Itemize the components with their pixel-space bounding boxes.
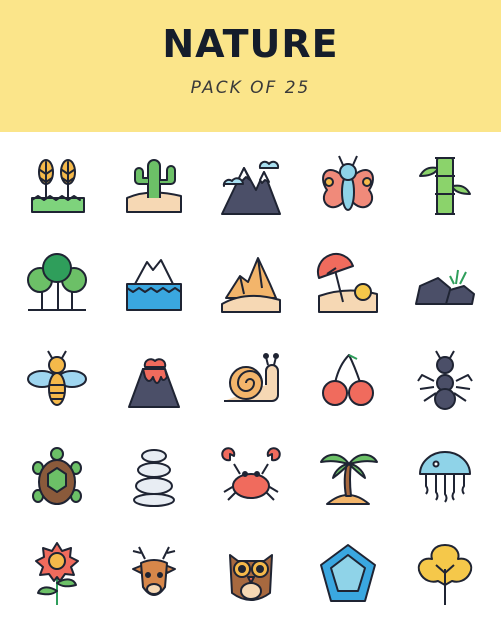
crab-icon	[216, 442, 286, 512]
header-banner: NATURE PACK OF 25	[0, 0, 501, 132]
iceberg-icon	[119, 248, 189, 318]
leaf-icon	[410, 539, 480, 609]
bee-icon	[22, 345, 92, 415]
bamboo-icon	[410, 150, 480, 220]
jellyfish-icon	[410, 442, 480, 512]
cactus-icon	[119, 150, 189, 220]
pack-subtitle: PACK OF 25	[190, 78, 311, 98]
butterfly-icon	[313, 150, 383, 220]
forest-icon	[22, 248, 92, 318]
mountain-icon	[216, 150, 286, 220]
stacked-stones-icon	[119, 442, 189, 512]
rocks-icon	[410, 248, 480, 318]
owl-icon	[216, 539, 286, 609]
snail-icon	[216, 345, 286, 415]
pack-title: NATURE	[162, 22, 339, 66]
volcano-icon	[119, 345, 189, 415]
deer-icon	[119, 539, 189, 609]
desert-dunes-icon	[216, 248, 286, 318]
sunflower-icon	[22, 539, 92, 609]
ant-icon	[410, 345, 480, 415]
cherries-icon	[313, 345, 383, 415]
gem-icon	[313, 539, 383, 609]
beach-umbrella-icon	[313, 248, 383, 318]
wheat-icon	[22, 150, 92, 220]
turtle-icon	[22, 442, 92, 512]
palm-island-icon	[313, 442, 383, 512]
